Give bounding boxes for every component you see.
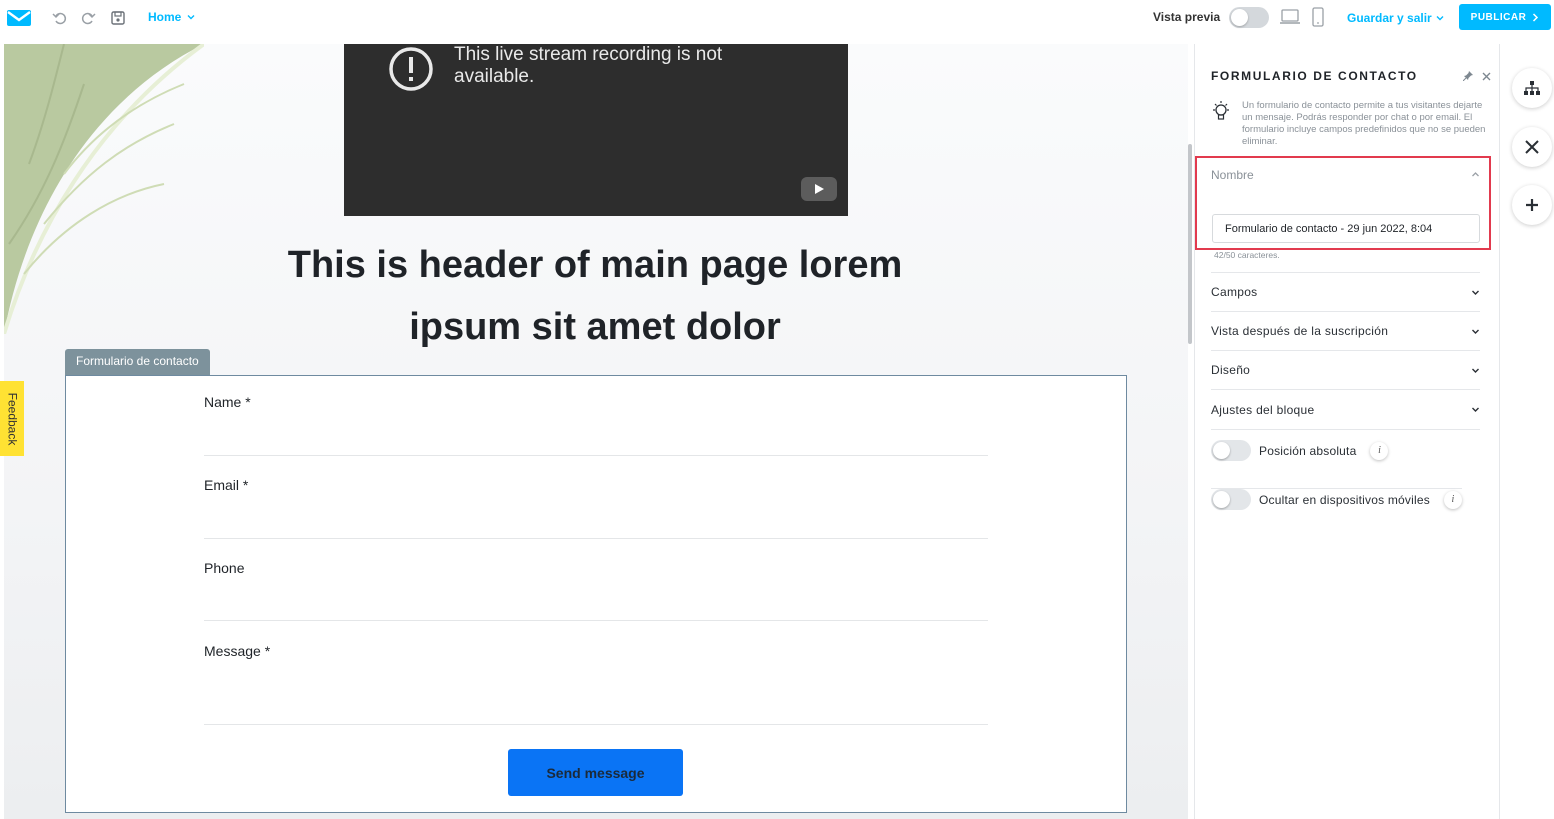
message-field[interactable]: Message * bbox=[204, 643, 988, 725]
undo-icon[interactable] bbox=[51, 9, 69, 27]
chevron-down-icon bbox=[1472, 329, 1479, 334]
editor-canvas: This live stream recording is not availa… bbox=[4, 44, 1188, 819]
section-after-subscription[interactable]: Vista después de la suscripción bbox=[1211, 311, 1480, 350]
pin-icon[interactable] bbox=[1463, 71, 1473, 81]
phone-field[interactable]: Phone bbox=[204, 560, 988, 621]
name-field[interactable]: Name * bbox=[204, 394, 988, 456]
desktop-icon[interactable] bbox=[1280, 9, 1300, 25]
chevron-down-icon bbox=[1472, 407, 1479, 412]
logo-icon[interactable] bbox=[6, 8, 32, 28]
save-icon[interactable] bbox=[109, 9, 127, 27]
sitemap-button[interactable] bbox=[1512, 68, 1552, 108]
email-field[interactable]: Email * bbox=[204, 477, 988, 539]
info-icon[interactable]: i bbox=[1370, 441, 1389, 460]
save-and-exit-label: Guardar y salir bbox=[1347, 11, 1432, 25]
field-label: Name * bbox=[204, 394, 251, 410]
canvas-scrollbar[interactable] bbox=[1188, 144, 1192, 344]
absolute-position-toggle[interactable] bbox=[1211, 440, 1251, 461]
publish-button[interactable]: PUBLICAR bbox=[1459, 4, 1551, 30]
field-label: Phone bbox=[204, 560, 245, 576]
toggle-knob bbox=[1231, 9, 1248, 26]
hide-mobile-label: Ocultar en dispositivos móviles bbox=[1259, 492, 1430, 507]
preview-toggle[interactable] bbox=[1229, 7, 1269, 28]
chevron-down-icon bbox=[187, 15, 195, 20]
toggle-knob bbox=[1213, 442, 1230, 459]
redo-icon[interactable] bbox=[79, 9, 97, 27]
section-label: Campos bbox=[1211, 285, 1258, 299]
block-name-input[interactable] bbox=[1212, 214, 1480, 243]
save-and-exit-button[interactable]: Guardar y salir bbox=[1347, 11, 1444, 25]
bulb-icon bbox=[1213, 101, 1229, 120]
sitemap-icon bbox=[1524, 81, 1540, 95]
youtube-play-icon[interactable] bbox=[801, 177, 837, 201]
info-icon[interactable]: i bbox=[1443, 490, 1462, 509]
chevron-down-icon bbox=[1436, 16, 1444, 21]
toggle-knob bbox=[1213, 491, 1230, 508]
section-label: Ajustes del bloque bbox=[1211, 402, 1315, 417]
add-block-button[interactable] bbox=[1512, 185, 1552, 225]
page-selector[interactable]: Home bbox=[148, 10, 195, 24]
heading-line-1: This is header of main page lorem bbox=[287, 244, 903, 286]
chevron-down-icon bbox=[1472, 290, 1479, 295]
send-message-button[interactable]: Send message bbox=[508, 749, 683, 796]
feedback-label: Feedback bbox=[5, 392, 20, 445]
settings-panel: FORMULARIO DE CONTACTO Un formulario de … bbox=[1194, 44, 1500, 819]
absolute-position-row: Posición absoluta i bbox=[1211, 440, 1389, 461]
heading-line-2: ipsum sit amet dolor bbox=[409, 306, 781, 348]
section-design[interactable]: Diseño bbox=[1211, 350, 1480, 389]
close-icon bbox=[1525, 140, 1539, 154]
feedback-tab[interactable]: Feedback bbox=[0, 381, 24, 456]
page-heading: This is header of main page lorem ipsum … bbox=[184, 234, 1006, 358]
section-fields[interactable]: Campos bbox=[1211, 272, 1480, 311]
field-label: Message * bbox=[204, 643, 271, 659]
leaf-image bbox=[4, 44, 204, 334]
mobile-icon[interactable] bbox=[1312, 7, 1324, 27]
page-selector-label: Home bbox=[148, 10, 182, 24]
send-message-label: Send message bbox=[546, 764, 645, 781]
alert-icon bbox=[389, 47, 433, 91]
chevron-up-icon[interactable] bbox=[1471, 170, 1480, 179]
absolute-position-label: Posición absoluta bbox=[1259, 443, 1357, 458]
video-embed[interactable]: This live stream recording is not availa… bbox=[344, 44, 848, 216]
top-toolbar: Home Vista previa Guardar y salir PUBLIC… bbox=[0, 0, 1554, 36]
block-label-tab[interactable]: Formulario de contacto bbox=[65, 349, 210, 375]
section-block-settings[interactable]: Ajustes del bloque bbox=[1211, 389, 1480, 430]
plus-icon bbox=[1526, 199, 1538, 211]
preview-label: Vista previa bbox=[1153, 10, 1221, 24]
hide-mobile-row: Ocultar en dispositivos móviles i bbox=[1211, 488, 1462, 510]
chevron-down-icon bbox=[1472, 368, 1479, 373]
panel-title: FORMULARIO DE CONTACTO bbox=[1211, 69, 1418, 83]
hide-mobile-toggle[interactable] bbox=[1211, 489, 1251, 510]
chevron-right-icon bbox=[1533, 12, 1539, 22]
video-unavailable-message: This live stream recording is not availa… bbox=[454, 44, 723, 87]
name-section-label: Nombre bbox=[1211, 168, 1254, 182]
close-panel-button[interactable] bbox=[1512, 127, 1552, 167]
field-label: Email * bbox=[204, 477, 249, 493]
contact-form-block[interactable]: Name * Email * Phone Message * Send mess… bbox=[65, 375, 1127, 813]
section-label: Diseño bbox=[1211, 363, 1251, 377]
close-icon[interactable] bbox=[1482, 72, 1491, 81]
section-label: Vista después de la suscripción bbox=[1211, 324, 1389, 338]
char-counter: 42/50 caracteres. bbox=[1214, 250, 1280, 260]
panel-description: Un formulario de contacto permite a tus … bbox=[1242, 100, 1486, 147]
publish-label: PUBLICAR bbox=[1470, 11, 1527, 23]
